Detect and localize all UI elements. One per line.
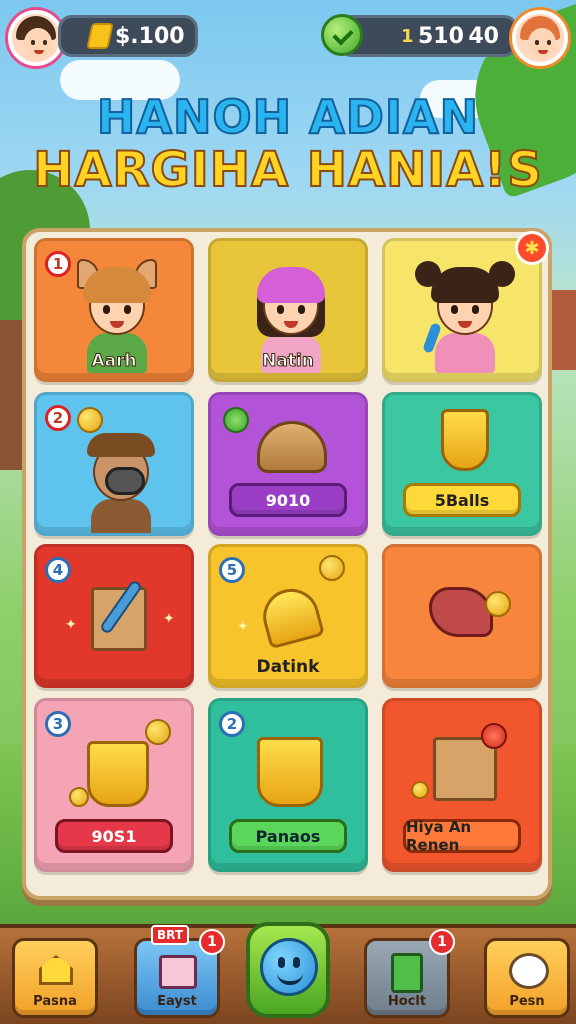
- tile-6[interactable]: 5Balls: [382, 392, 542, 536]
- tile-label: Aarh: [91, 351, 137, 372]
- smiley-icon: [260, 938, 318, 996]
- tile-label: Natin: [262, 351, 315, 372]
- nav-label: Eayst: [157, 994, 197, 1009]
- tile-button[interactable]: 9010: [229, 483, 347, 517]
- char-eye: [298, 305, 305, 314]
- cloth-icon: [429, 587, 493, 637]
- level-badge: 4: [45, 557, 71, 583]
- sparkle-icon: ✦: [163, 611, 175, 627]
- gold-cup-icon: [257, 737, 323, 807]
- level-badge: 2: [219, 711, 245, 737]
- coin-amount: $.100: [115, 23, 185, 49]
- nav-label: Hoclt: [387, 994, 427, 1009]
- book-icon: [391, 953, 423, 993]
- notification-badge: 1: [429, 929, 455, 955]
- nav-label: Pasna: [33, 994, 77, 1009]
- hair-bun: [415, 261, 441, 287]
- tile-7[interactable]: 4 ✦ ✦: [34, 544, 194, 688]
- nav-home[interactable]: Pasna: [12, 938, 98, 1018]
- friend-avatar[interactable]: [512, 10, 568, 66]
- level-badge: 3: [45, 711, 71, 737]
- nav-pets[interactable]: Pesn: [484, 938, 570, 1018]
- home-icon: [39, 955, 73, 985]
- stat-a: 510: [417, 23, 464, 49]
- coin-icon: [485, 591, 511, 617]
- sparkle-icon: ✦: [65, 617, 77, 633]
- gas-mask-icon: [105, 467, 145, 495]
- char-eye: [451, 305, 458, 314]
- level-board: 1 Aarh Natin ✱ 2 9010 5Balls 4 ✦ ✦ 5 ✦ D…: [22, 228, 552, 900]
- avatar-eye: [535, 40, 539, 45]
- bell-icon: [256, 582, 326, 650]
- resource-counter[interactable]: 1 510 40: [321, 14, 518, 57]
- level-badge: 5: [219, 557, 245, 583]
- char-body: [91, 499, 151, 533]
- tile-button[interactable]: 5Balls: [403, 483, 521, 517]
- tile-4[interactable]: 2: [34, 392, 194, 536]
- pet-icon: [509, 953, 549, 989]
- tile-5[interactable]: 9010: [208, 392, 368, 536]
- level-badge: 1: [45, 251, 71, 277]
- gift-box-icon: [159, 955, 197, 989]
- avatar-eye: [547, 40, 551, 45]
- char-hair: [83, 267, 151, 303]
- nav-shop[interactable]: BRT 1 Eayst: [134, 925, 225, 1018]
- tile-button[interactable]: Hiya An Renen: [403, 818, 521, 854]
- gem-icon: [223, 407, 249, 433]
- tile-3[interactable]: ✱: [382, 231, 549, 382]
- coin-icon: [319, 555, 345, 581]
- bottom-nav: Pasna BRT 1 Eayst 1 Hoclt Pesn: [0, 922, 576, 1024]
- stat-b: 40: [468, 23, 499, 49]
- top-bar: $.100 1 510 40: [8, 10, 568, 70]
- char-eye: [124, 305, 131, 314]
- smiley-mouth: [277, 973, 303, 985]
- tile-2[interactable]: Natin: [208, 238, 368, 382]
- sparkle-icon: ✦: [237, 619, 249, 635]
- level-badge: 2: [45, 405, 71, 431]
- coin-icon: [86, 23, 114, 49]
- nav-play-button[interactable]: [246, 922, 330, 1018]
- coin-icon: [69, 787, 89, 807]
- tile-button[interactable]: 90S1: [55, 819, 173, 853]
- title-line-2: HARGIHA HANIA!S: [32, 141, 543, 198]
- coin-counter[interactable]: $.100: [58, 15, 198, 57]
- char-hair: [257, 267, 325, 303]
- avatar-eye: [31, 40, 35, 45]
- hair-bun: [489, 261, 515, 287]
- tile-12[interactable]: Hiya An Renen: [382, 698, 542, 872]
- char-eye: [103, 305, 110, 314]
- star-icon: ✱: [515, 231, 549, 265]
- badge-icon: [481, 723, 507, 749]
- player-avatar[interactable]: [8, 10, 64, 66]
- tile-label: Datink: [256, 657, 320, 677]
- tile-10[interactable]: 3 90S1: [34, 698, 194, 872]
- title-line-1: HANOH ADIAN: [96, 90, 480, 144]
- pie-icon: [257, 421, 327, 473]
- char-body: [435, 333, 495, 373]
- tile-11[interactable]: 2 Panaos: [208, 698, 368, 872]
- coin-icon: [411, 781, 429, 799]
- tile-8[interactable]: 5 ✦ Datink: [208, 544, 368, 688]
- nav-tasks[interactable]: 1 Hoclt: [364, 929, 455, 1018]
- notification-badge: 1: [199, 929, 225, 955]
- money-jar-icon: [441, 409, 489, 471]
- tile-1[interactable]: 1 Aarh: [34, 238, 194, 382]
- gem-icon: [321, 14, 363, 56]
- coin-icon: [145, 719, 171, 745]
- nav-label: Pesn: [509, 994, 545, 1009]
- avatar-eye: [43, 40, 47, 45]
- char-cap: [87, 433, 155, 457]
- tile-9[interactable]: [382, 544, 542, 688]
- tile-button[interactable]: Panaos: [229, 819, 347, 853]
- char-eye: [472, 305, 479, 314]
- shop-tag: BRT: [151, 925, 190, 945]
- character-gasmask-icon: [81, 425, 161, 533]
- game-title: HANOH ADIAN HARGIHA HANIA!S: [0, 90, 576, 198]
- character-singer-icon: [415, 259, 515, 373]
- gem-count: 1: [401, 25, 414, 47]
- gold-cup-icon: [87, 741, 149, 807]
- char-eye: [277, 305, 284, 314]
